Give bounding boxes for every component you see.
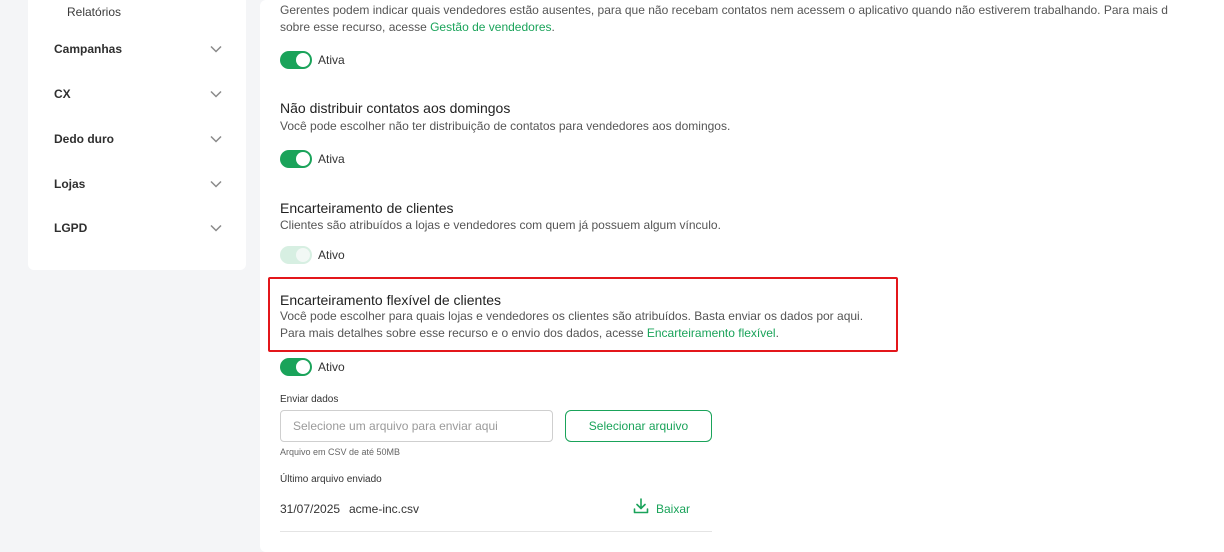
toggle-knob [296, 152, 310, 166]
upload-label: Enviar dados [280, 394, 339, 405]
sidebar-item-label: Dedo duro [54, 132, 114, 146]
sidebar-item-lgpd[interactable]: LGPD [54, 218, 224, 238]
select-file-button[interactable]: Selecionar arquivo [565, 410, 712, 442]
upload-hint: Arquivo em CSV de até 50MB [280, 447, 401, 457]
download-icon [632, 497, 650, 520]
encarteiramento-flexivel-toggle-row: Ativo [280, 358, 345, 376]
toggle-status-label: Ativo [318, 248, 345, 262]
sidebar-subitem-relatorios[interactable]: Relatórios [67, 5, 121, 19]
absent-sellers-toggle[interactable] [280, 51, 312, 69]
chevron-down-icon [208, 131, 224, 147]
toggle-knob [296, 360, 310, 374]
last-file-name: acme-inc.csv [349, 502, 420, 516]
sidebar-item-label: Lojas [54, 177, 86, 191]
encarteiramento-toggle-row: Ativo [280, 246, 345, 264]
download-label: Baixar [656, 501, 691, 516]
chevron-down-icon [208, 176, 224, 192]
file-upload-input[interactable] [280, 410, 553, 442]
encarteiramento-flexivel-title: Encarteiramento flexível de clientes [280, 292, 501, 308]
toggle-status-label: Ativa [318, 152, 345, 166]
chevron-down-icon [208, 86, 224, 102]
description-text: . [775, 326, 779, 340]
sidebar-item-label: CX [54, 87, 71, 101]
sundays-toggle-row: Ativa [280, 150, 345, 168]
sidebar-item-lojas[interactable]: Lojas [54, 174, 224, 194]
description-text: sobre esse recurso, acesse [280, 20, 431, 34]
toggle-knob [296, 248, 310, 262]
encarteiramento-toggle [280, 246, 312, 264]
description-line: Gerentes podem indicar quais vendedores … [280, 3, 1168, 17]
description-line: Você pode escolher para quais lojas e ve… [280, 309, 864, 323]
gestao-vendedores-link[interactable]: Gestão de vendedores [430, 20, 551, 34]
sundays-toggle[interactable] [280, 150, 312, 168]
description-text: Para mais detalhes sobre esse recurso e … [280, 326, 647, 340]
sidebar-item-label: LGPD [54, 221, 88, 235]
sidebar: Relatórios Campanhas CX Dedo duro Lojas … [28, 0, 246, 270]
sidebar-item-cx[interactable]: CX [54, 84, 224, 104]
sidebar-item-label: Campanhas [54, 42, 123, 56]
absent-sellers-description: Gerentes podem indicar quais vendedores … [280, 2, 1168, 36]
encarteiramento-flexivel-description: Você pode escolher para quais lojas e ve… [280, 308, 863, 342]
chevron-down-icon [208, 41, 224, 57]
description-line: Para mais detalhes sobre esse recurso e … [280, 325, 863, 342]
encarteiramento-flexivel-link[interactable]: Encarteiramento flexível [647, 326, 776, 340]
description-text: . [551, 20, 555, 34]
last-file-row: 31/07/2025 acme-inc.csv Baixar [280, 497, 712, 532]
last-file-label: Último arquivo enviado [280, 474, 382, 485]
chevron-down-icon [208, 220, 224, 236]
absent-sellers-toggle-row: Ativa [280, 51, 345, 69]
sidebar-item-campanhas[interactable]: Campanhas [54, 39, 224, 59]
settings-panel: Gerentes podem indicar quais vendedores … [260, 0, 1224, 552]
sundays-title: Não distribuir contatos aos domingos [280, 100, 511, 116]
encarteiramento-description: Clientes são atribuídos a lojas e vended… [280, 218, 721, 232]
encarteiramento-title: Encarteiramento de clientes [280, 200, 454, 216]
toggle-status-label: Ativo [318, 360, 345, 374]
sundays-description: Você pode escolher não ter distribuição … [280, 119, 731, 133]
description-line: sobre esse recurso, acesse Gestão de ven… [280, 19, 1168, 36]
last-file-date: 31/07/2025 [280, 502, 341, 516]
toggle-knob [296, 53, 310, 67]
sidebar-item-dedo-duro[interactable]: Dedo duro [54, 129, 224, 149]
encarteiramento-flexivel-toggle[interactable] [280, 358, 312, 376]
toggle-status-label: Ativa [318, 53, 345, 67]
download-button[interactable]: Baixar [632, 497, 690, 520]
